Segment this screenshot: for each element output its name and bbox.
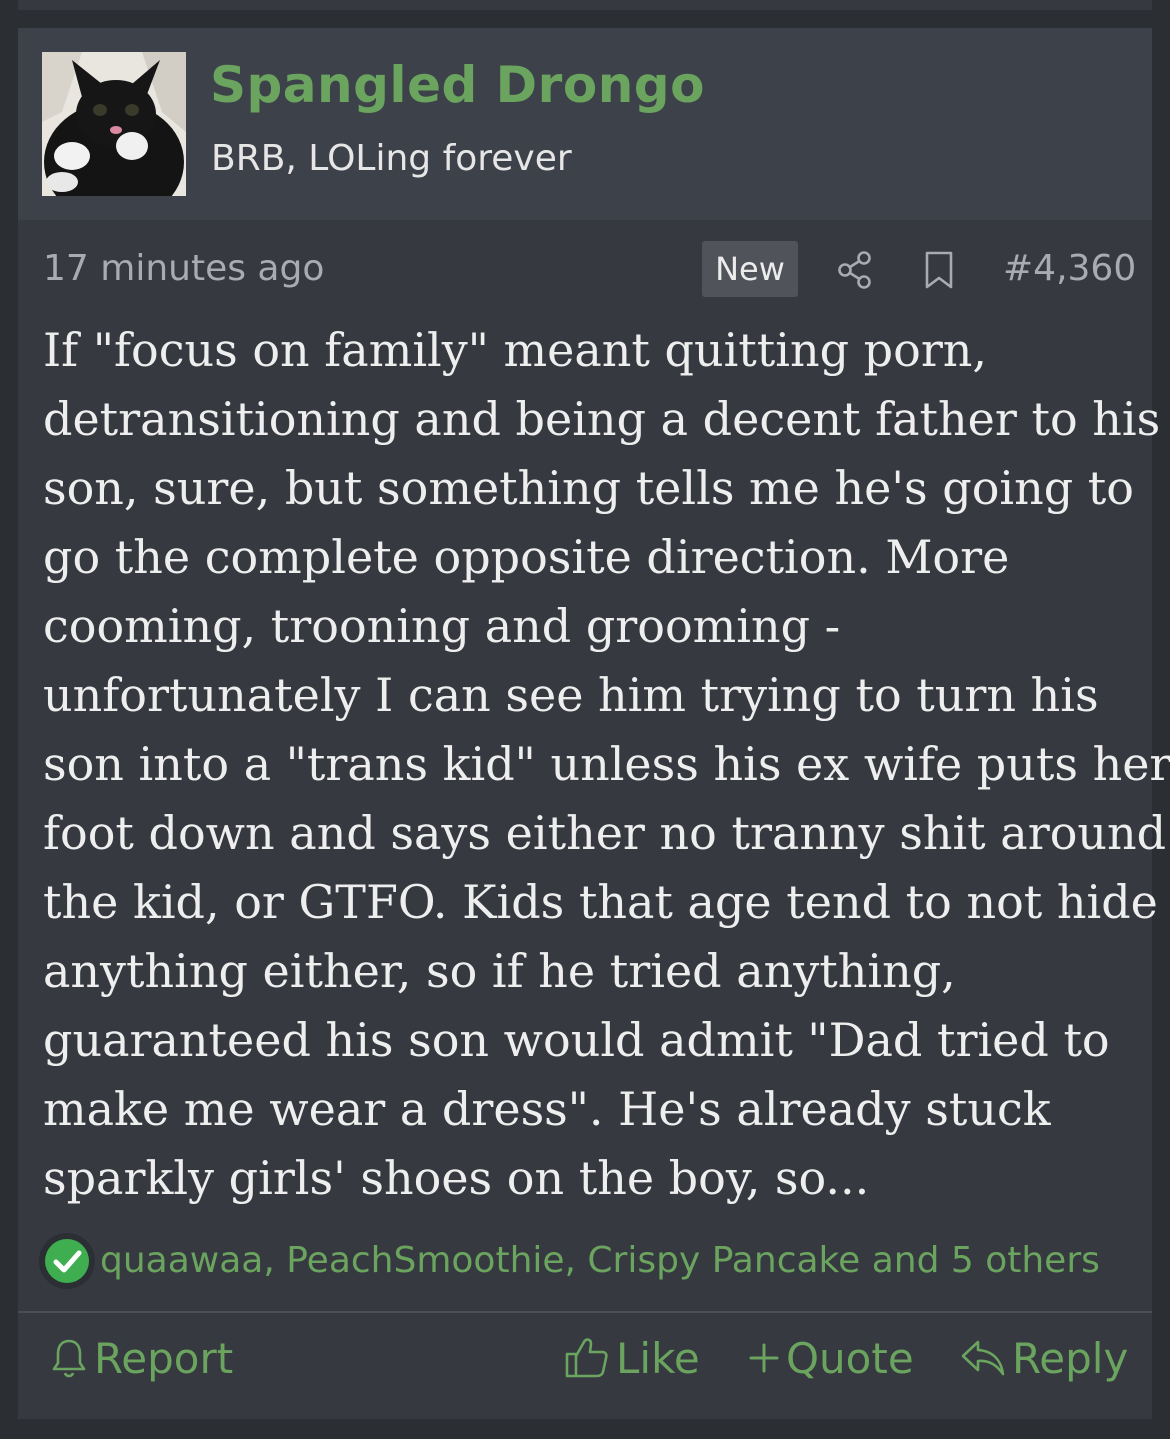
post-number[interactable]: #4,360 xyxy=(1003,248,1136,289)
post-body: If "focus on family" meant quitting porn… xyxy=(43,316,1170,1213)
thumbs-up-icon xyxy=(565,1338,608,1378)
body-line: anything either, so if he tried anything… xyxy=(43,944,956,998)
footer-divider xyxy=(18,1311,1152,1313)
body-line: the kid, or GTFO. Kids that age tend to … xyxy=(43,875,1158,929)
body-line: If "focus on family" meant quitting porn… xyxy=(43,323,988,377)
like-button[interactable]: Like xyxy=(564,1328,700,1388)
reply-arrow-icon xyxy=(961,1340,1005,1376)
body-line: go the complete opposite direction. More xyxy=(43,530,1010,584)
reactions-bar: quaawaa, PeachSmoothie, Crispy Pancake a… xyxy=(38,1232,1148,1292)
share-icon[interactable] xyxy=(836,250,874,290)
post-header: Spangled Drongo BRB, LOLing forever xyxy=(18,28,1152,220)
body-line: sparkly girls' shoes on the boy, so... xyxy=(43,1151,870,1205)
body-line: unfortunately I can see him trying to tu… xyxy=(43,668,1099,722)
like-label: Like xyxy=(616,1333,700,1383)
post-timestamp[interactable]: 17 minutes ago xyxy=(43,248,324,289)
body-line: son into a "trans kid" unless his ex wif… xyxy=(43,737,1170,791)
check-reaction-icon[interactable] xyxy=(38,1232,96,1290)
body-line: detransitioning and being a decent fathe… xyxy=(43,392,1161,446)
report-label: Report xyxy=(94,1333,234,1383)
reply-button[interactable]: Reply xyxy=(960,1328,1128,1388)
avatar[interactable] xyxy=(42,52,186,196)
forum-post: Spangled Drongo BRB, LOLing forever 17 m… xyxy=(18,28,1170,1419)
plus-icon xyxy=(749,1343,779,1373)
body-line: son, sure, but something tells me he's g… xyxy=(43,461,1134,515)
previous-post-edge xyxy=(18,0,1152,10)
quote-button[interactable]: Quote xyxy=(748,1328,914,1388)
bell-icon xyxy=(52,1339,86,1378)
body-line: foot down and says either no tranny shit… xyxy=(43,806,1167,860)
bookmark-icon[interactable] xyxy=(922,250,956,290)
body-line: guaranteed his son would admit "Dad trie… xyxy=(43,1013,1110,1067)
reply-label: Reply xyxy=(1012,1333,1129,1383)
report-button[interactable]: Report xyxy=(50,1328,233,1388)
body-line: cooming, trooning and grooming - xyxy=(43,599,841,653)
reaction-users-link[interactable]: quaawaa, PeachSmoothie, Crispy Pancake a… xyxy=(100,1240,1100,1281)
user-title: BRB, LOLing forever xyxy=(211,138,572,179)
body-line: make me wear a dress". He's already stuc… xyxy=(43,1082,1051,1136)
author-name[interactable]: Spangled Drongo xyxy=(210,56,705,114)
new-badge: New xyxy=(702,241,798,297)
quote-label: Quote xyxy=(786,1333,914,1383)
